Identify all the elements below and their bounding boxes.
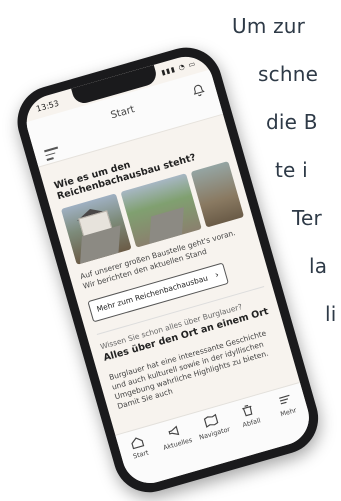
- tab-label: Navigator: [198, 425, 232, 442]
- phone-frame: 13:53 ▮▮▮ ◔ ▭ Start Wie es um den Reiche…: [9, 39, 327, 501]
- chevron-right-icon: ›: [213, 269, 221, 281]
- menu-icon: [278, 394, 290, 405]
- phone-mockup: 13:53 ▮▮▮ ◔ ▭ Start Wie es um den Reiche…: [0, 35, 327, 501]
- tab-label: Abfall: [241, 416, 262, 430]
- carousel-image-road[interactable]: [120, 173, 202, 248]
- tab-navigator[interactable]: Navigator: [193, 410, 232, 442]
- home-icon: [131, 437, 145, 450]
- hamburger-menu-icon[interactable]: [44, 146, 60, 161]
- tab-label: Aktuelles: [162, 435, 194, 452]
- trash-icon: [242, 404, 253, 417]
- phone-screen: 13:53 ▮▮▮ ◔ ▭ Start Wie es um den Reiche…: [20, 50, 316, 490]
- tab-abfall[interactable]: Abfall: [230, 400, 269, 431]
- map-icon: [203, 413, 219, 428]
- status-time: 13:53: [35, 98, 60, 114]
- tab-start[interactable]: Start: [119, 432, 158, 463]
- tab-label: Start: [132, 448, 150, 461]
- promo-line: li: [325, 302, 337, 326]
- carousel-image-house[interactable]: [60, 193, 132, 265]
- tab-aktuelles[interactable]: Aktuelles: [156, 421, 195, 452]
- megaphone-icon: [168, 425, 179, 436]
- tab-label: Mehr: [279, 406, 298, 419]
- tab-mehr[interactable]: Mehr: [267, 389, 306, 420]
